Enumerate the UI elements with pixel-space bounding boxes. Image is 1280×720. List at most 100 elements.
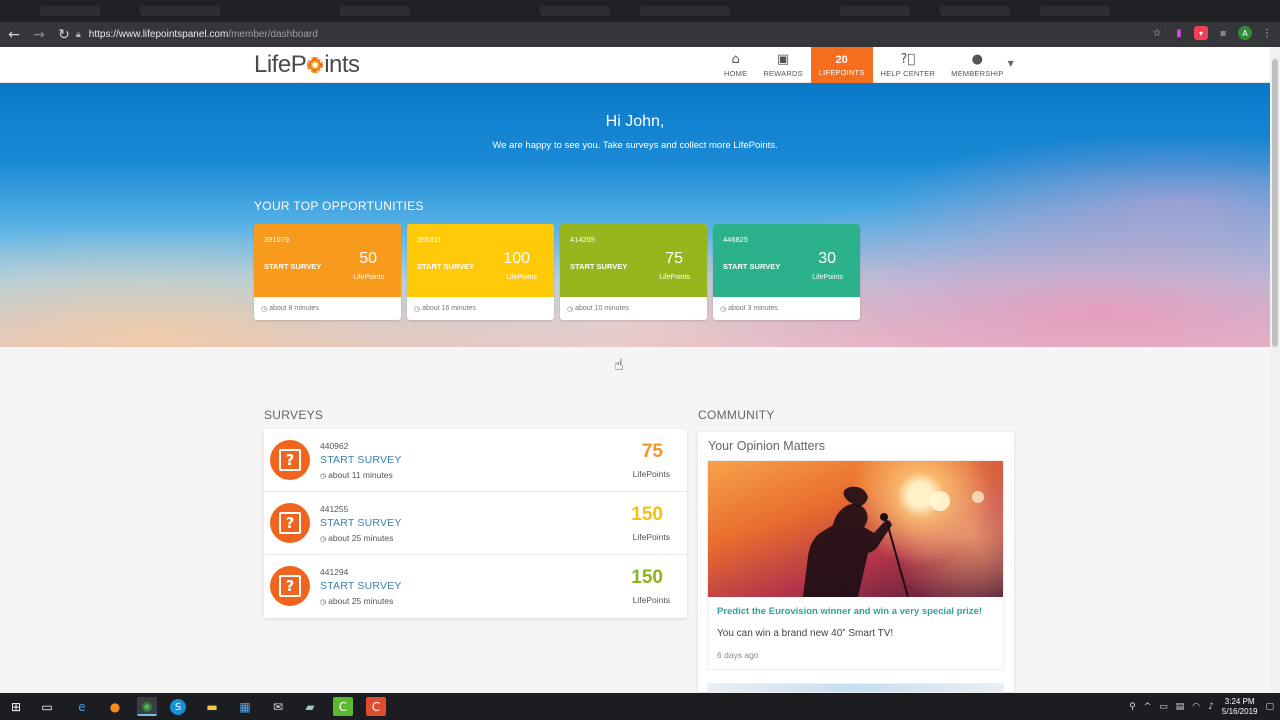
browser-tab[interactable]	[40, 6, 100, 16]
nav-label: LIFEPOINTS	[818, 67, 865, 77]
windows-start-icon[interactable]: ⊞	[6, 697, 26, 716]
survey-id: 441255	[320, 504, 349, 514]
browser-tab[interactable]	[940, 6, 1010, 16]
browser-tab[interactable]	[640, 6, 730, 16]
card-header: 355311 START SURVEY 100 LifePoints	[407, 224, 554, 297]
community-card-title: Your Opinion Matters	[708, 439, 825, 453]
points-label: LifePoints	[632, 469, 670, 479]
mail-icon[interactable]: ✉	[268, 697, 288, 716]
card-header: 391079 START SURVEY 50 LifePoints	[254, 224, 401, 297]
opportunity-card[interactable]: 391079 START SURVEY 50 LifePoints ◷ about…	[254, 224, 401, 320]
duration: about 10 minutes	[575, 305, 629, 312]
menu-dots-icon[interactable]: ⋮	[1260, 26, 1274, 40]
card-header: 414255 START SURVEY 75 LifePoints	[560, 224, 707, 297]
points-label: LifePoints	[632, 595, 670, 605]
survey-duration: ◷ about 11 minutes	[320, 470, 393, 480]
nav-rewards[interactable]: ▣ REWARDS	[755, 47, 810, 83]
duration-text: about 25 minutes	[328, 596, 394, 606]
start-survey-label: START SURVEY	[417, 262, 475, 271]
nav-lifepoints[interactable]: 20 LIFEPOINTS	[810, 47, 873, 83]
community-title: COMMUNITY	[698, 408, 775, 422]
community-post[interactable]: Predict the Eurovision winner and win a …	[707, 460, 1004, 670]
points-label: LifePoints	[632, 532, 670, 542]
edge-icon[interactable]: e	[72, 697, 92, 716]
browser-toolbar: ← → ↻ 🔒︎ https://www.lifepointspanel.com…	[0, 22, 1280, 47]
points-label: LifePoints	[659, 274, 690, 281]
bookmark-star-icon[interactable]: ☆	[1150, 26, 1164, 40]
card-footer: ◷ about 10 minutes	[560, 297, 707, 320]
start-survey-link[interactable]: START SURVEY	[320, 580, 402, 592]
firefox-icon[interactable]: ●	[105, 697, 125, 716]
address-bar[interactable]: 🔒︎ https://www.lifepointspanel.com/membe…	[76, 25, 1136, 44]
camtasia-icon[interactable]: C	[333, 697, 353, 716]
opportunity-card[interactable]: 355311 START SURVEY 100 LifePoints ◷ abou…	[407, 224, 554, 320]
browser-tab[interactable]	[840, 6, 910, 16]
survey-row[interactable]: ? 441255 START SURVEY ◷ about 25 minutes …	[264, 492, 687, 555]
opportunity-card[interactable]: 446825 START SURVEY 30 LifePoints ◷ about…	[713, 224, 860, 320]
url-host: https://www.lifepointspanel.com	[88, 29, 229, 40]
post-title-link[interactable]: Predict the Eurovision winner and win a …	[717, 606, 982, 617]
opportunity-card[interactable]: 414255 START SURVEY 75 LifePoints ◷ about…	[560, 224, 707, 320]
page-scrollbar[interactable]	[1270, 47, 1280, 693]
nav-label: MEMBERSHIP	[951, 68, 1004, 78]
nav-home[interactable]: ⌂ HOME	[716, 47, 755, 83]
singer-image[interactable]	[708, 461, 1003, 597]
card-footer: ◷ about 8 minutes	[254, 297, 401, 320]
volume-icon[interactable]: ♪	[1208, 702, 1214, 712]
forward-arrow-icon[interactable]: →	[28, 24, 50, 46]
chevron-up-icon[interactable]: ^	[1144, 702, 1152, 712]
battery-icon[interactable]: ▭	[1159, 702, 1168, 712]
survey-row[interactable]: ? 440962 START SURVEY ◷ about 11 minutes …	[264, 429, 687, 492]
scrollbar-thumb[interactable]	[1272, 59, 1278, 347]
clock-icon: ◷	[567, 304, 574, 313]
next-community-post[interactable]	[707, 683, 1004, 693]
browser-tab[interactable]	[540, 6, 610, 16]
browser-tab[interactable]	[1040, 6, 1110, 16]
extension-icon[interactable]: ▪	[1216, 26, 1230, 40]
user-icon: ●	[971, 51, 984, 67]
post-timestamp: 6 days ago	[717, 650, 759, 660]
chrome-icon[interactable]: ◉	[137, 697, 157, 716]
system-tray: ⚲ ^ ▭ ▤ ◠ ♪ 3:24 PM 5/16/2019 ▢	[1129, 693, 1274, 720]
chevron-down-icon[interactable]: ▼	[1008, 59, 1014, 83]
start-survey-link[interactable]: START SURVEY	[320, 517, 402, 529]
network-icon[interactable]: ▤	[1176, 702, 1185, 712]
nav-membership[interactable]: ● MEMBERSHIP	[943, 47, 1011, 83]
store-icon[interactable]: ▦	[235, 697, 255, 716]
start-survey-label: START SURVEY	[570, 262, 628, 271]
survey-list: ? 440962 START SURVEY ◷ about 11 minutes …	[264, 429, 687, 618]
points-value: 150	[631, 504, 663, 525]
card-footer: ◷ about 16 minutes	[407, 297, 554, 320]
survey-id: 355311	[417, 235, 442, 244]
skype-icon[interactable]: S	[170, 699, 186, 715]
reload-icon[interactable]: ↻	[53, 24, 75, 46]
survey-duration: ◷ about 25 minutes	[320, 533, 393, 543]
profile-avatar-icon[interactable]: A	[1238, 26, 1252, 40]
file-explorer-icon[interactable]: ▬	[202, 697, 222, 716]
home-icon: ⌂	[731, 51, 740, 67]
extension-icons: ☆ ▮ ▾ ▪ A ⋮	[1150, 26, 1274, 40]
taskbar-clock[interactable]: 3:24 PM 5/16/2019	[1222, 697, 1258, 717]
people-icon[interactable]: ⚲	[1129, 702, 1136, 712]
browser-tab[interactable]	[340, 6, 410, 16]
recorder-icon[interactable]: C	[366, 697, 386, 716]
notification-icon[interactable]: ▢	[1265, 702, 1274, 712]
points-value: 75	[665, 250, 683, 267]
clock-icon: ◷	[720, 304, 727, 313]
survey-row[interactable]: ? 441294 START SURVEY ◷ about 25 minutes …	[264, 555, 687, 618]
back-arrow-icon[interactable]: ←	[3, 24, 25, 46]
duration: about 16 minutes	[422, 305, 476, 312]
survey-id: 440962	[320, 441, 349, 451]
start-survey-link[interactable]: START SURVEY	[320, 454, 402, 466]
pocket-icon[interactable]: ▾	[1194, 26, 1208, 40]
app-icon[interactable]: ▰	[300, 697, 320, 716]
extension-icon[interactable]: ▮	[1172, 26, 1186, 40]
task-view-icon[interactable]: ▭	[37, 697, 57, 716]
lifepoints-logo[interactable]: LifeP ints	[254, 51, 360, 79]
points-value: 50	[359, 250, 377, 267]
nav-help-center[interactable]: ?⃝ HELP CENTER	[873, 47, 944, 83]
browser-tab[interactable]	[140, 6, 220, 16]
clock-date: 5/16/2019	[1221, 706, 1258, 716]
wifi-icon[interactable]: ◠	[1192, 702, 1200, 712]
logo-text-left: LifeP	[254, 51, 307, 78]
